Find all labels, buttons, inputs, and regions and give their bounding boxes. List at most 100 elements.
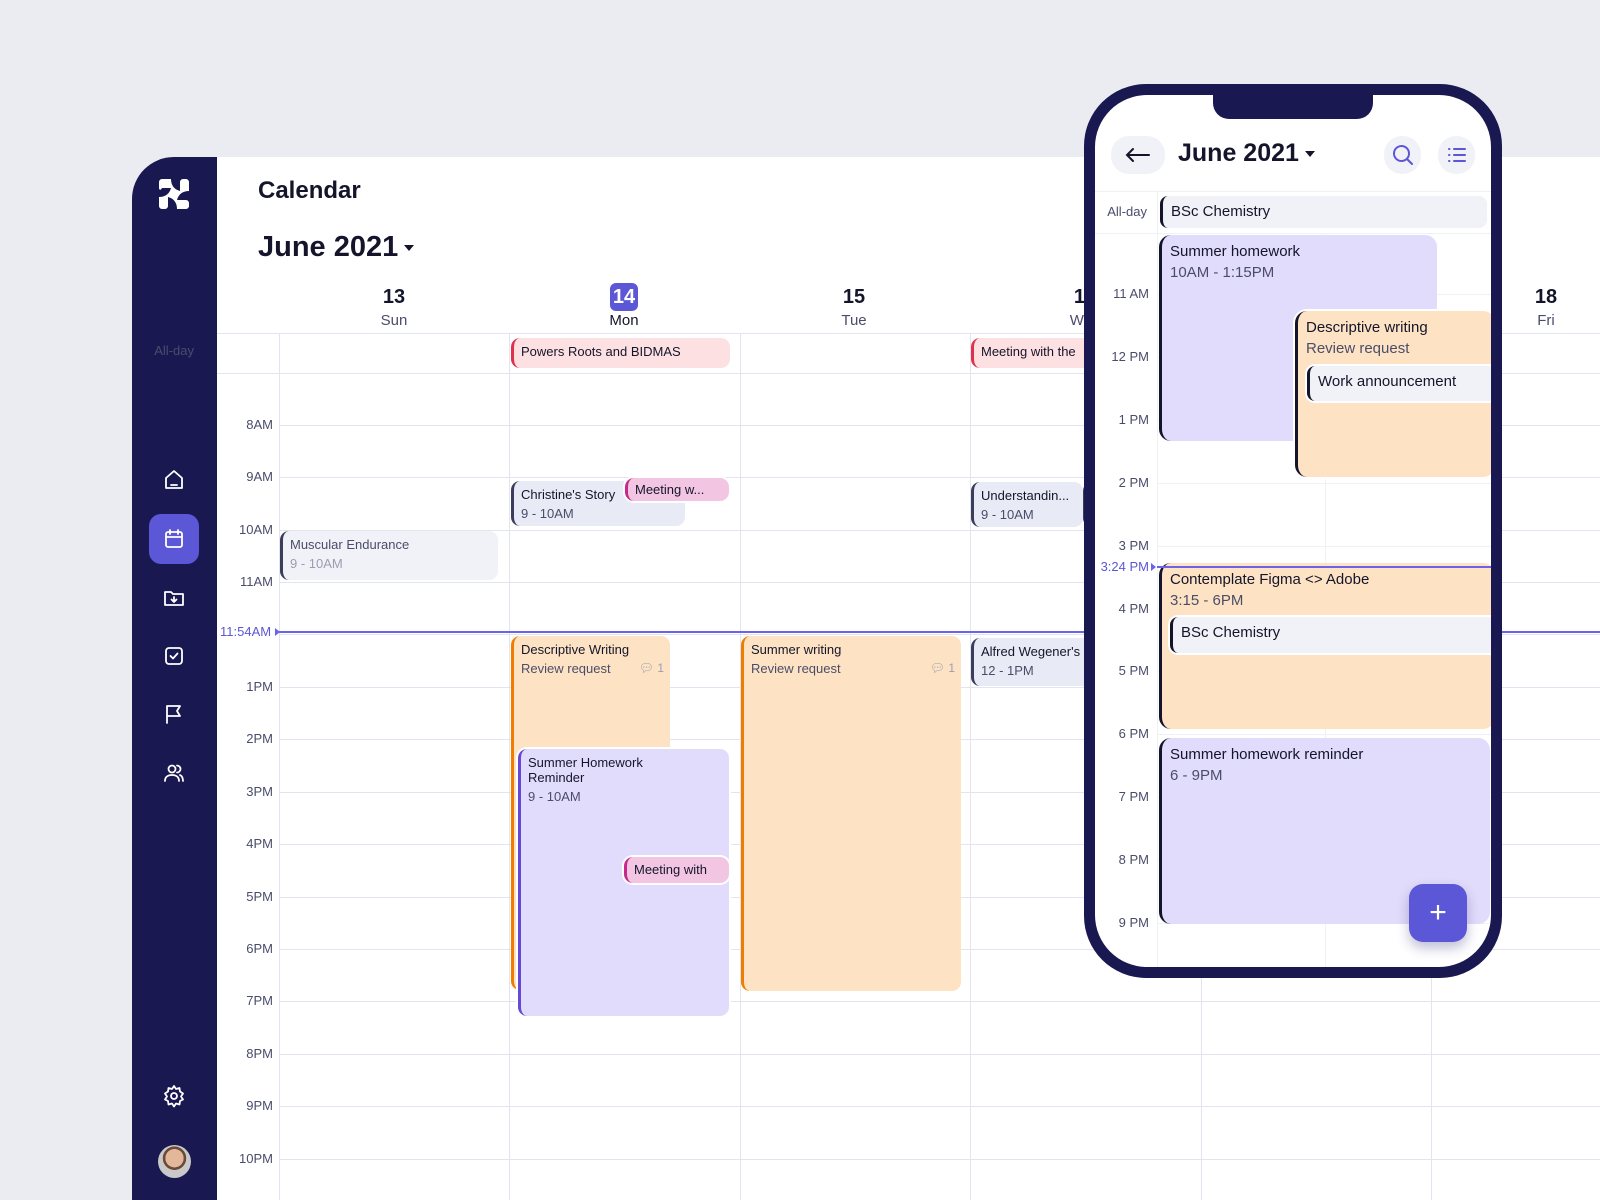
hour-label: 8AM [246,417,273,432]
avatar[interactable] [158,1145,191,1178]
event-card[interactable]: Meeting with [624,857,729,883]
event-title: Summer homework [1170,243,1301,260]
phone-notch [1213,95,1373,119]
hour-label: 2PM [246,731,273,746]
event-title: Understandin... [981,488,1070,503]
sidebar-item-calendar[interactable] [149,514,199,564]
phone-screen: June 2021 11 AM 12 PM 1 PM 2 PM 3 PM 4 PM 5 PM… [1095,95,1491,967]
add-event-button[interactable]: + [1409,884,1467,942]
event-allday[interactable]: Meeting with the [971,338,1101,368]
event-allday[interactable]: BSc Chemistry [1160,196,1487,228]
comment-count: 💬︎ 1 [929,661,955,675]
hour-line [1157,482,1491,484]
gear-icon [164,1085,184,1108]
hour-label: 3 PM [1118,537,1149,553]
event-time: 9 - 10AM [290,556,343,571]
event-title: Summer homework reminder [1170,746,1364,763]
home-icon [165,470,183,489]
event-title: BSc Chemistry [1171,203,1271,220]
search-icon [1392,145,1413,165]
sidebar-item-tasks[interactable] [149,631,199,681]
logo-icon[interactable] [149,169,199,219]
hour-label: 7 PM [1118,789,1149,805]
day-header-today[interactable]: 14 Mon [509,283,739,329]
event-title: Descriptive Writing [521,642,630,657]
folder-download-icon [164,591,184,606]
day-header[interactable]: 15 Tue [739,283,969,329]
hour-label: 12 PM [1111,348,1149,364]
event-allday[interactable]: Powers Roots and BIDMAS [511,338,730,368]
current-time-marker-icon [1151,563,1156,571]
hour-label: 3PM [246,784,273,799]
sidebar-item-files[interactable] [149,573,199,623]
phone-mockup: June 2021 11 AM 12 PM 1 PM 2 PM 3 PM 4 PM 5 PM… [1084,84,1502,978]
month-selector[interactable]: June 2021 [258,231,415,264]
event-title: Summer Homework Reminder [528,755,643,785]
month-label: June 2021 [1178,139,1299,167]
event-card[interactable]: Muscular Endurance 9 - 10AM [280,531,498,580]
settings-button[interactable] [149,1071,199,1121]
event-time: 3:15 - 6PM [1170,592,1244,609]
event-time: 9 - 10AM [981,507,1034,522]
event-title: Work announcement [1318,373,1457,390]
event-title: Meeting w... [635,482,705,497]
allday-divider [1095,233,1491,234]
hour-label: 10PM [239,1151,273,1166]
hour-label: 6PM [246,941,273,956]
caret-down-icon [1304,151,1315,158]
event-card[interactable]: Understandin... 9 - 10AM [971,482,1083,527]
day-number: 14 [609,283,639,311]
hour-label: 1 PM [1118,411,1149,427]
hour-label: 11 AM [1113,286,1149,301]
phone-header-divider [1095,191,1491,192]
hour-label: 5PM [246,889,273,904]
event-title: Descriptive writing [1306,319,1428,336]
list-view-button[interactable] [1438,136,1475,174]
back-button[interactable] [1111,136,1165,174]
stage: Calendar June 2021 13Sun 14Mon 15Tue 16W… [0,0,1600,1200]
current-time-label: 3:24 PM [1100,559,1149,574]
current-time-line [1157,566,1491,568]
hour-line [1157,734,1491,736]
search-button[interactable] [1384,136,1421,174]
column-divider [509,333,510,1200]
hour-label: 9 PM [1118,915,1149,930]
day-header[interactable]: 13 Sun [279,283,509,329]
column-divider [279,333,280,1200]
hour-label: 10AM [239,522,273,537]
hour-label: 11AM [240,574,273,589]
calendar-icon [165,529,183,548]
hour-label: 7PM [246,993,273,1008]
sidebar-item-people[interactable] [149,748,199,798]
event-card[interactable]: Summer writing Review request 💬︎ 1 [741,636,961,991]
event-time: 10AM - 1:15PM [1170,264,1275,281]
event-title: BSc Chemistry [1181,624,1281,641]
column-divider [970,333,971,1200]
sidebar-item-goals[interactable] [149,689,199,739]
event-card[interactable]: Work announcement [1307,366,1491,401]
day-name: Sun [380,312,408,329]
hour-label: 2 PM [1118,474,1149,490]
phone-month-selector[interactable]: June 2021 [1178,139,1315,168]
checkbox-icon [165,647,183,665]
month-label: June 2021 [258,231,399,263]
event-title: Summer writing [751,642,842,657]
plus-icon: + [1429,896,1447,929]
event-card[interactable]: Meeting w... [625,478,729,501]
day-number: 18 [1534,286,1558,308]
hour-label: 9PM [246,1098,273,1113]
event-card[interactable]: Alfred Wegener's 12 - 1PM [971,638,1101,686]
hour-line [279,1159,1600,1160]
event-card[interactable]: BSc Chemistry [1170,617,1491,653]
list-icon [1447,148,1466,162]
hour-label: 4PM [246,836,273,851]
hour-line [279,1054,1600,1055]
hour-label: 9AM [246,469,273,484]
hour-label: 6 PM [1118,726,1149,742]
all-day-label: All-day [154,343,194,358]
hour-line [1157,545,1491,547]
sidebar-item-home[interactable] [149,455,199,505]
caret-down-icon [404,245,415,252]
event-title: Muscular Endurance [290,537,410,552]
hour-label: 4 PM [1118,600,1149,616]
